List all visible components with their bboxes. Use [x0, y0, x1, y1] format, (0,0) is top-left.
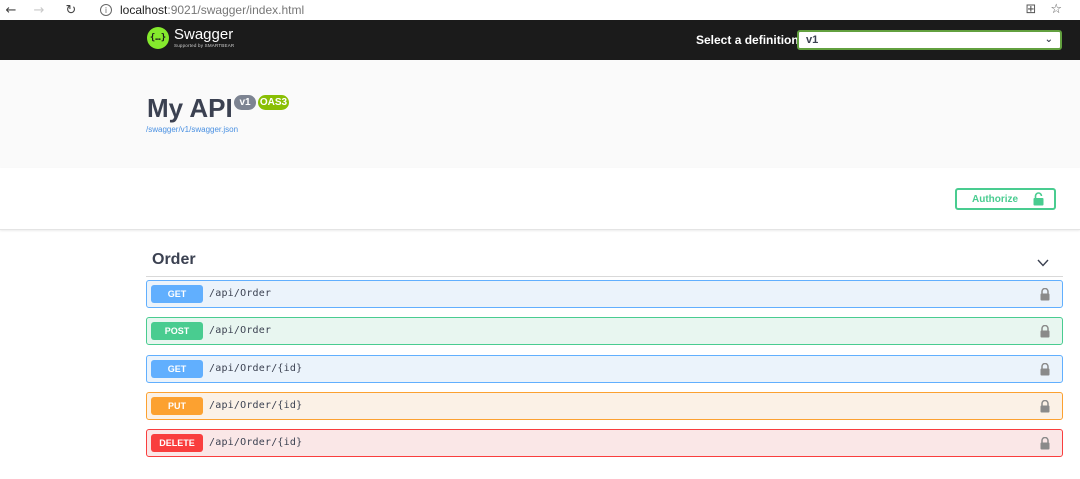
operation-path: /api/Order: [209, 288, 272, 299]
method-badge: DELETE: [151, 434, 203, 452]
api-info: My API v1 OAS3 /swagger/v1/swagger.json: [0, 60, 1080, 168]
logo-title: Swagger: [174, 26, 234, 43]
version-badge: v1: [234, 95, 256, 110]
browser-actions: ⊞ ☆: [1025, 2, 1062, 17]
opblock-get-order-id[interactable]: GET /api/Order/{id}: [146, 355, 1063, 383]
method-badge: GET: [151, 285, 203, 303]
site-info-icon[interactable]: i: [100, 4, 112, 16]
lock-icon[interactable]: [1040, 324, 1050, 343]
browser-toolbar: ← → ↻ i localhost:9021/swagger/index.htm…: [0, 0, 1080, 20]
operation-path: /api/Order/{id}: [209, 437, 303, 448]
tag-section-header[interactable]: Order: [146, 244, 1063, 277]
logo-text: Swagger Supported by SMARTBEAR: [174, 27, 234, 49]
definition-select[interactable]: v1 ⌄: [797, 30, 1062, 50]
method-badge: PUT: [151, 397, 203, 415]
reload-icon[interactable]: ↻: [60, 0, 82, 20]
operation-path: /api/Order/{id}: [209, 363, 303, 374]
lock-icon[interactable]: [1040, 287, 1050, 306]
method-badge: POST: [151, 322, 203, 340]
chevron-down-icon[interactable]: [1037, 254, 1049, 267]
chevron-down-icon: ⌄: [1044, 34, 1053, 45]
definition-label: Select a definition: [696, 33, 799, 47]
lock-icon[interactable]: [1040, 399, 1050, 418]
authorize-button[interactable]: Authorize: [955, 188, 1056, 210]
swagger-logo[interactable]: {…} Swagger Supported by SMARTBEAR: [147, 27, 234, 49]
opblock-post-order[interactable]: POST /api/Order: [146, 317, 1063, 345]
opblock-put-order-id[interactable]: PUT /api/Order/{id}: [146, 392, 1063, 420]
authorize-label: Authorize: [972, 193, 1019, 205]
swagger-topbar: {…} Swagger Supported by SMARTBEAR Selec…: [0, 20, 1080, 60]
url-path: :9021/swagger/index.html: [167, 3, 305, 17]
back-arrow-icon[interactable]: ←: [0, 0, 22, 20]
forward-arrow-icon[interactable]: →: [28, 0, 50, 20]
translate-icon[interactable]: ⊞: [1025, 2, 1036, 17]
oas-badge: OAS3: [258, 95, 289, 110]
tag-name: Order: [152, 251, 196, 268]
lock-icon[interactable]: [1040, 436, 1050, 455]
lock-open-icon: [1033, 192, 1044, 209]
method-badge: GET: [151, 360, 203, 378]
opblock-get-order[interactable]: GET /api/Order: [146, 280, 1063, 308]
spec-json-link[interactable]: /swagger/v1/swagger.json: [146, 125, 238, 134]
scheme-container: Authorize: [0, 168, 1080, 230]
lock-icon[interactable]: [1040, 362, 1050, 381]
address-bar[interactable]: localhost:9021/swagger/index.html: [120, 3, 304, 17]
api-title: My API: [147, 93, 233, 123]
swagger-logo-icon: {…}: [147, 27, 169, 49]
logo-subtitle: Supported by SMARTBEAR: [174, 43, 235, 48]
bookmark-star-icon[interactable]: ☆: [1050, 2, 1062, 17]
operation-path: /api/Order: [209, 325, 272, 336]
definition-select-value: v1: [806, 34, 819, 46]
opblock-delete-order-id[interactable]: DELETE /api/Order/{id}: [146, 429, 1063, 457]
operation-path: /api/Order/{id}: [209, 400, 303, 411]
url-host: localhost: [120, 3, 168, 17]
